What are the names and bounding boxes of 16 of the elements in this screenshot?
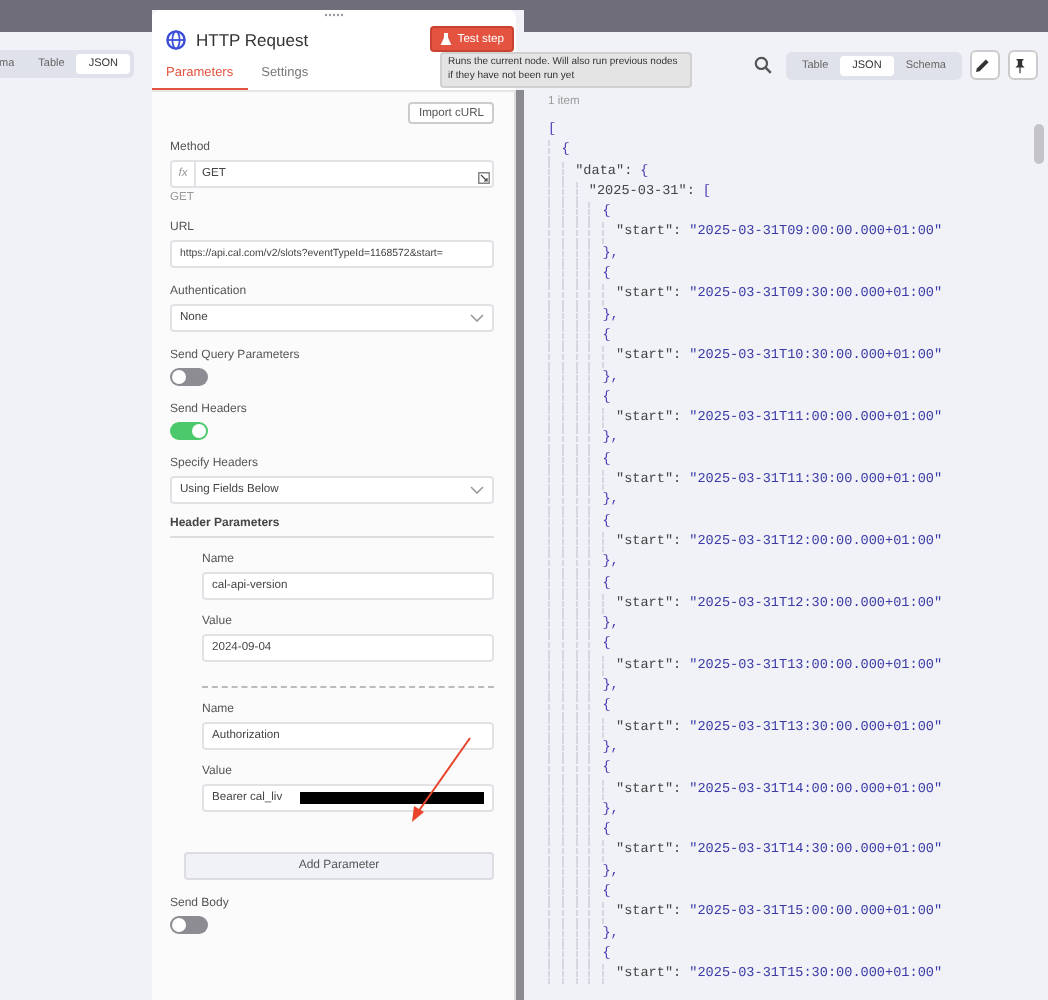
toggle-switch[interactable] (170, 422, 208, 440)
drag-handle-icon[interactable] (324, 12, 344, 18)
globe-icon (166, 29, 186, 49)
node-title: HTTP Request (196, 29, 311, 49)
toggle-switch[interactable] (170, 368, 208, 386)
expand-icon[interactable] (478, 172, 490, 184)
chevron-down-icon (470, 314, 484, 322)
pencil-icon (974, 57, 990, 73)
annotation-arrow (412, 737, 471, 822)
chevron-down-icon (470, 486, 484, 494)
search-icon[interactable] (753, 56, 772, 74)
pin-icon (1012, 57, 1028, 73)
toggle-switch[interactable] (170, 916, 208, 934)
pin-button[interactable] (1008, 50, 1038, 80)
edit-button[interactable] (970, 50, 1000, 80)
flask-icon (439, 32, 452, 46)
